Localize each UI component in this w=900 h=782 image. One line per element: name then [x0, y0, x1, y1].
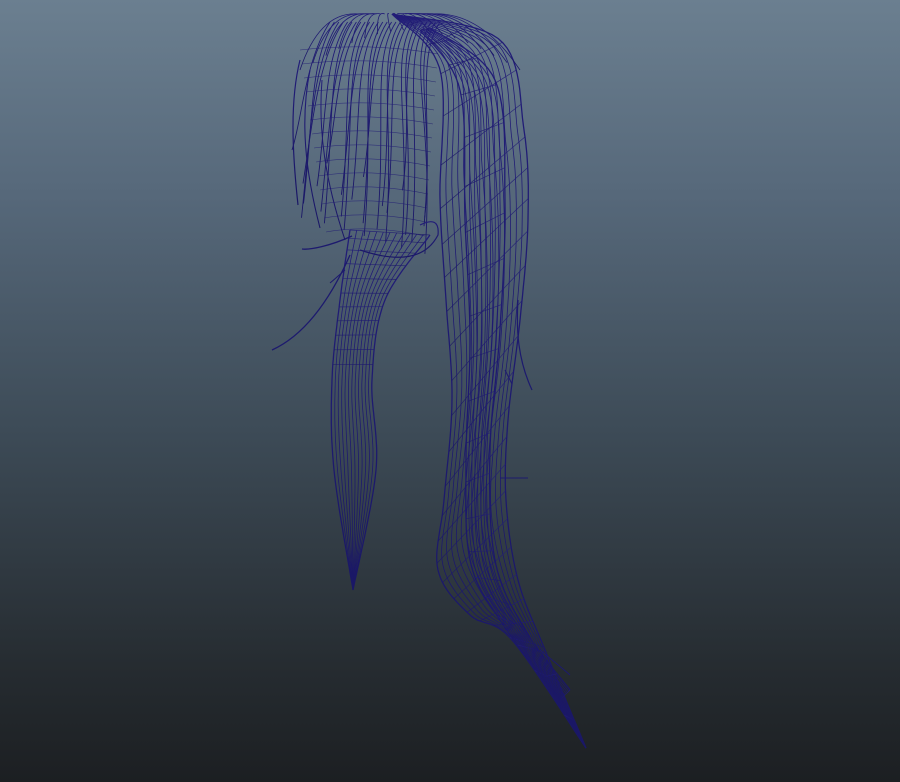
front-strand-mesh [330, 221, 439, 591]
stray-strands [271, 235, 571, 676]
hair-wireframe-mesh[interactable] [0, 0, 900, 782]
bangs-mesh [291, 21, 441, 254]
main-hair-body [299, 12, 587, 749]
3d-viewport[interactable] [0, 0, 900, 782]
